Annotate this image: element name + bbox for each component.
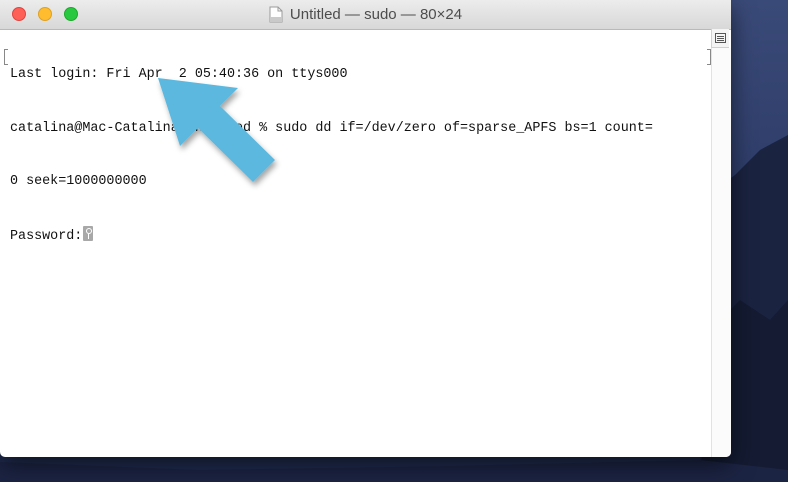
terminal-line-command-wrap: 0 seek=1000000000 <box>10 173 147 189</box>
key-icon <box>83 225 94 241</box>
annotation-arrow-icon <box>158 78 275 182</box>
password-prompt: Password: <box>10 228 83 244</box>
line-mark-left <box>4 49 8 65</box>
scrollbar-track[interactable] <box>711 48 731 457</box>
terminal-output[interactable]: Last login: Fri Apr 2 05:40:36 on ttys00… <box>10 31 710 451</box>
window-titlebar[interactable]: Untitled — sudo — 80×24 <box>0 0 731 30</box>
list-icon <box>715 33 726 43</box>
terminal-window[interactable]: Untitled — sudo — 80×24 Last login: Fri … <box>0 0 731 457</box>
desktop-background: Untitled — sudo — 80×24 Last login: Fri … <box>0 0 788 482</box>
terminal-line-last-login: Last login: Fri Apr 2 05:40:36 on ttys00… <box>10 67 348 83</box>
terminal-line-command: catalina@Mac-Catalina Untitled % sudo dd… <box>10 120 653 136</box>
window-title-group: Untitled — sudo — 80×24 <box>0 0 731 29</box>
scroll-toggle-button[interactable] <box>711 29 729 48</box>
document-icon <box>269 6 283 23</box>
terminal-line-password[interactable]: Password: <box>10 225 710 244</box>
window-title: Untitled — sudo — 80×24 <box>289 6 463 23</box>
